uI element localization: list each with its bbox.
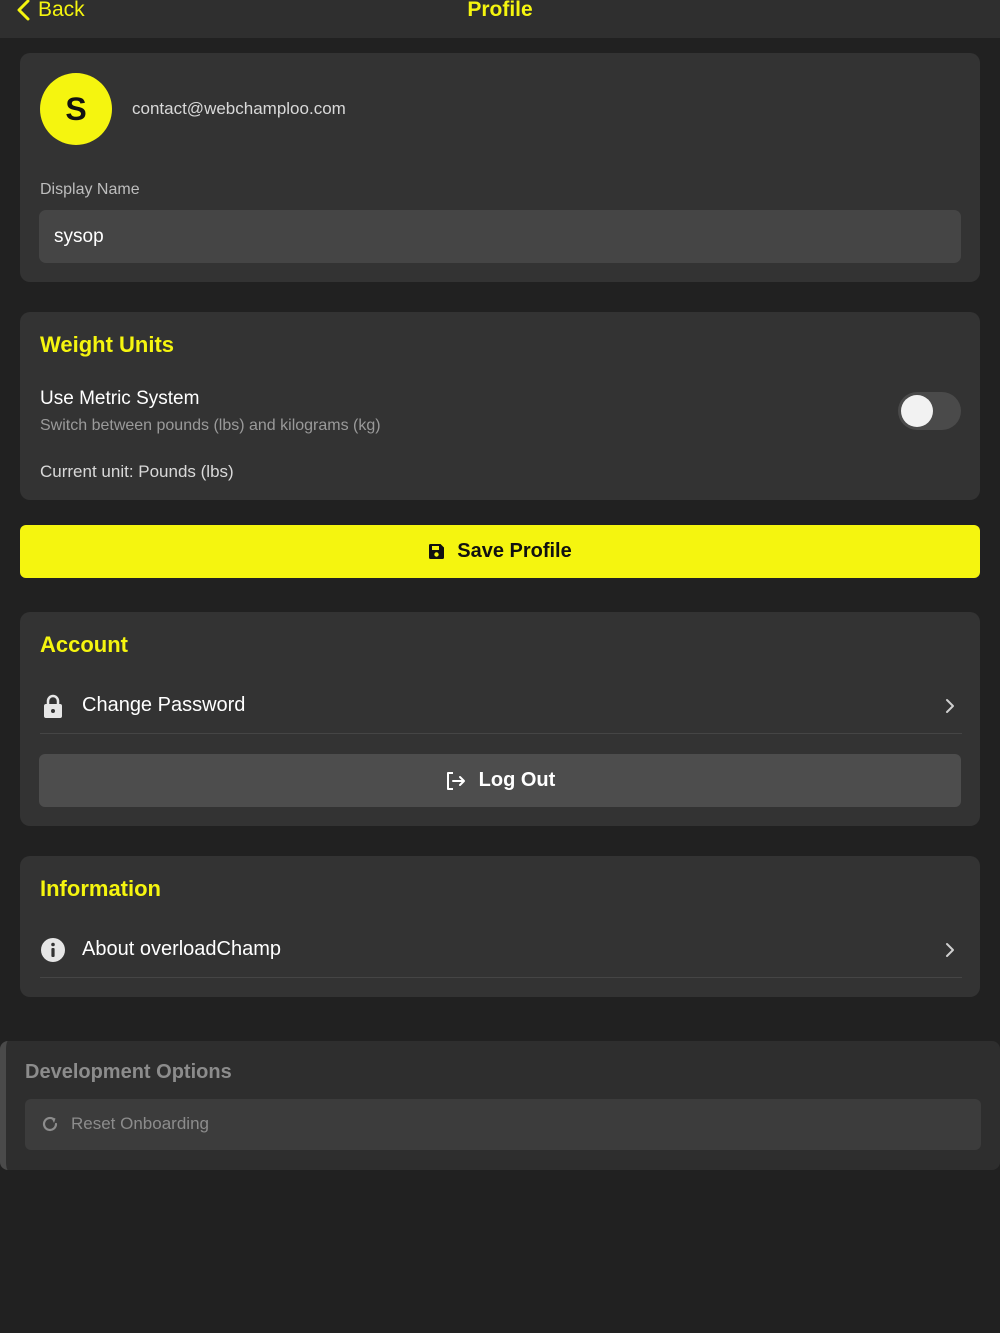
about-row[interactable]: About overloadChamp <box>40 922 962 978</box>
log-out-label: Log Out <box>478 769 556 791</box>
current-unit-text: Current unit: Pounds (lbs) <box>40 462 234 481</box>
reset-onboarding-label: Reset Onboarding <box>71 1114 209 1133</box>
toggle-knob <box>901 395 933 427</box>
page-title: Profile <box>467 0 533 21</box>
floppy-disk-icon <box>429 544 445 559</box>
account-title: Account <box>40 632 128 657</box>
log-out-button[interactable]: Log Out <box>39 754 961 807</box>
refresh-icon <box>42 1116 58 1132</box>
reset-onboarding-button[interactable]: Reset Onboarding <box>25 1099 981 1150</box>
account-card: Account Change Password Log Out <box>20 612 980 826</box>
metric-setting-description: Switch between pounds (lbs) and kilogram… <box>40 417 381 434</box>
development-options-title: Development Options <box>25 1061 232 1083</box>
metric-toggle[interactable] <box>898 392 961 430</box>
logout-icon <box>446 771 465 790</box>
chevron-right-icon <box>946 943 954 957</box>
chevron-right-icon <box>946 699 954 713</box>
display-name-label: Display Name <box>40 181 140 198</box>
weight-units-title: Weight Units <box>40 332 175 357</box>
weight-units-card: Weight Units Use Metric System Switch be… <box>20 312 980 500</box>
save-profile-label: Save Profile <box>457 540 572 562</box>
about-label: About overloadChamp <box>82 938 282 960</box>
avatar: S <box>40 73 112 145</box>
user-email: contact@webchamploo.com <box>132 99 346 118</box>
development-options-card: Development Options Reset Onboarding <box>0 1041 1000 1170</box>
change-password-row[interactable]: Change Password <box>40 678 962 734</box>
information-title: Information <box>40 876 161 901</box>
info-icon <box>41 938 65 962</box>
profile-card: S contact@webchamploo.com Display Name <box>20 53 980 282</box>
information-card: Information About overloadChamp <box>20 856 980 997</box>
change-password-label: Change Password <box>82 694 246 716</box>
display-name-input[interactable] <box>39 210 961 263</box>
save-profile-button[interactable]: Save Profile <box>20 525 980 578</box>
nav-bar: Back Profile <box>0 0 1000 38</box>
lock-icon <box>44 694 62 718</box>
metric-setting-label: Use Metric System <box>40 388 200 409</box>
